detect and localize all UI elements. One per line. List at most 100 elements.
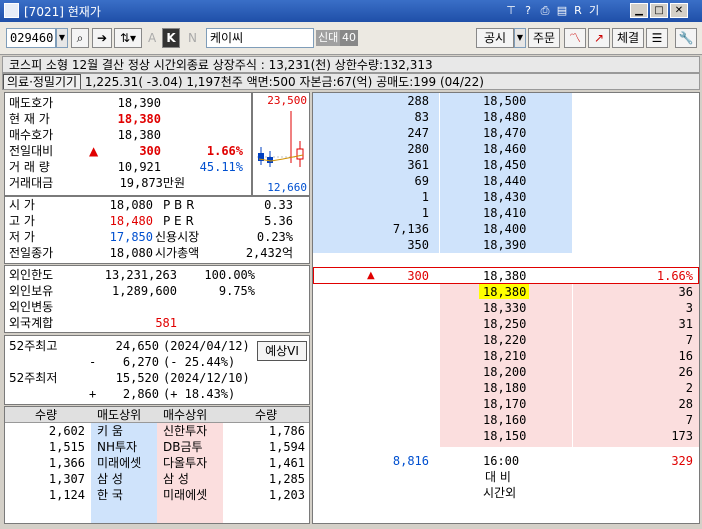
ask-price: 18,440 [483,174,527,188]
w52-high-pct: (- 25.44%) [163,355,236,369]
bid-qty: 31 [678,317,693,331]
ask-price: 18,390 [117,96,161,110]
title-bar: [7021] 현재가 ⊤ ? ⎙ ▤ R 기 ▁ □ ✕ [0,0,702,22]
chevron-down-icon[interactable]: ▼ [56,28,68,48]
w52-low-label: 52주최저 [9,371,58,385]
market-info-text: 1,225.31( -3.04) 1,197천주 액면:500 자본금:67(억… [81,75,484,89]
high-label: 고 가 [9,214,35,228]
current-price: 18,380 [117,112,161,126]
pin-icon[interactable]: ⊤ [503,3,519,18]
w52-low-pct: (+ 18.43%) [163,387,236,401]
foreign-hold-label: 외인보유 [9,284,54,298]
link-icon[interactable]: R [570,3,586,18]
w52-low-date: (2024/12/10) [163,371,250,385]
trade-button[interactable]: 체결 [612,28,644,48]
broker-buy-qty: 1,594 [268,440,305,454]
ask-qty: 247 [407,126,429,140]
up-arrow-icon: ▲ [89,144,99,158]
btn-n[interactable]: N [188,31,197,45]
chart-high-label: 23,500 [267,94,307,107]
bid-price: 18,150 [483,429,527,443]
change-percent: 1.66% [206,144,243,158]
help-icon[interactable]: ? [520,3,536,18]
market-cap-label: 시가총액 [155,246,200,260]
ask-price: 18,410 [483,206,527,220]
broker-sell-qty: 1,124 [48,488,85,502]
stock-info-line: 코스피 소형 12월 결산 정상 시간외종료 상장주식 : 13,231(천) … [2,56,700,73]
btn-k[interactable]: K [162,28,180,48]
ask-price: 18,400 [483,222,527,236]
ask-qty: 350 [407,238,429,252]
bid-price: 18,210 [483,349,527,363]
amount-value: 19,873만원 [119,176,185,190]
low-label: 저 가 [9,230,35,244]
toolbar: 029460 ▼ ⌕ ➔ ⇅▾ A K N 케이씨 신대 40 공시 ▼ 주문 … [0,22,702,55]
broker-sell-name: 미래에셋 [97,456,142,470]
wrench-icon[interactable]: 🔧 [675,28,697,48]
tag-badge-2: 40 [340,30,358,46]
broker-buy-name: DB금투 [163,440,203,454]
broker-buy-name: 미래에셋 [163,488,208,502]
bid-qty: 16 [678,349,693,363]
broker-sell-qty: 1,307 [48,472,85,486]
trend-icon[interactable]: ↗ [588,28,610,48]
broker-qty-header: 수량 [35,408,58,422]
w52-high-diff: 6,270 [122,355,159,369]
search-icon[interactable]: ⌕ [71,28,89,48]
foreign-sum-label: 외국계합 [9,316,54,330]
foreign-hold-pct: 9.75% [218,284,255,298]
high-value: 18,480 [109,214,153,228]
function-icon[interactable]: 기 [586,3,602,18]
broker-sell-qty: 1,366 [48,456,85,470]
amount-label: 거래대금 [9,176,54,190]
close-icon[interactable]: ✕ [670,3,688,18]
sector-label[interactable]: 의료·정밀기기 [3,74,82,89]
chart-icon[interactable]: 〽 [564,28,586,48]
pbr-value: 0.33 [264,198,293,212]
ask-qty: 361 [407,158,429,172]
ask-price: 18,500 [483,94,527,108]
arrow-icon[interactable]: ➔ [92,28,112,48]
w52-low-diff: 2,860 [122,387,159,401]
broker-sell-name: NH투자 [97,440,138,454]
list-icon[interactable]: ☰ [646,28,668,48]
sort-icon[interactable]: ⇅▾ [114,28,142,48]
volume-percent: 45.11% [199,160,243,174]
notice-button[interactable]: 공시 [476,28,514,48]
ask-qty: 1 [421,206,429,220]
broker-buy-name: 신한투자 [163,424,208,438]
stock-name-field[interactable]: 케이씨 [206,28,314,48]
foreign-sum-value: 581 [155,316,177,330]
foreign-limit-value: 13,231,263 [104,268,177,282]
foreign-limit-pct: 100.00% [204,268,255,282]
stock-code-input[interactable]: 029460 [6,28,56,48]
w52-high-sign: - [89,355,97,369]
w52-high-value: 24,650 [115,339,159,353]
ask-qty: 280 [407,142,429,156]
prev-close-value: 18,080 [109,246,153,260]
price-panel: 매도호가 18,390 현 재 가 18,380 매수호가 18,380 전일대… [4,92,252,196]
per-value: 5.36 [264,214,293,228]
chevron-down-icon[interactable]: ▼ [514,28,526,48]
open-value: 18,080 [109,198,153,212]
ask-label: 매도호가 [9,96,54,110]
open-label: 시 가 [9,198,35,212]
ask-qty: 69 [414,174,429,188]
maximize-icon[interactable]: □ [650,3,668,18]
prev-close-label: 전일종가 [9,246,54,260]
btn-a[interactable]: A [148,31,156,45]
bid-price: 18,330 [483,301,527,315]
expected-vi-button[interactable]: 예상VI [257,341,307,361]
print-icon[interactable]: ⎙ [537,3,553,18]
order-button[interactable]: 주문 [528,28,560,48]
broker-sell-name: 키 움 [97,424,123,438]
book-time: 16:00 [483,454,520,468]
ohlc-panel: 시 가 18,080 P B R 0.33 고 가 18,480 P E R 5… [4,196,310,264]
screen-icon[interactable]: ▤ [554,3,570,18]
tag-badge-1: 신대 [316,30,341,46]
current-label: 현 재 가 [9,112,50,126]
window-title: [7021] 현재가 [24,5,101,19]
bid-label: 매수호가 [9,128,54,142]
bid-qty: 173 [671,429,693,443]
minimize-icon[interactable]: ▁ [630,3,648,18]
